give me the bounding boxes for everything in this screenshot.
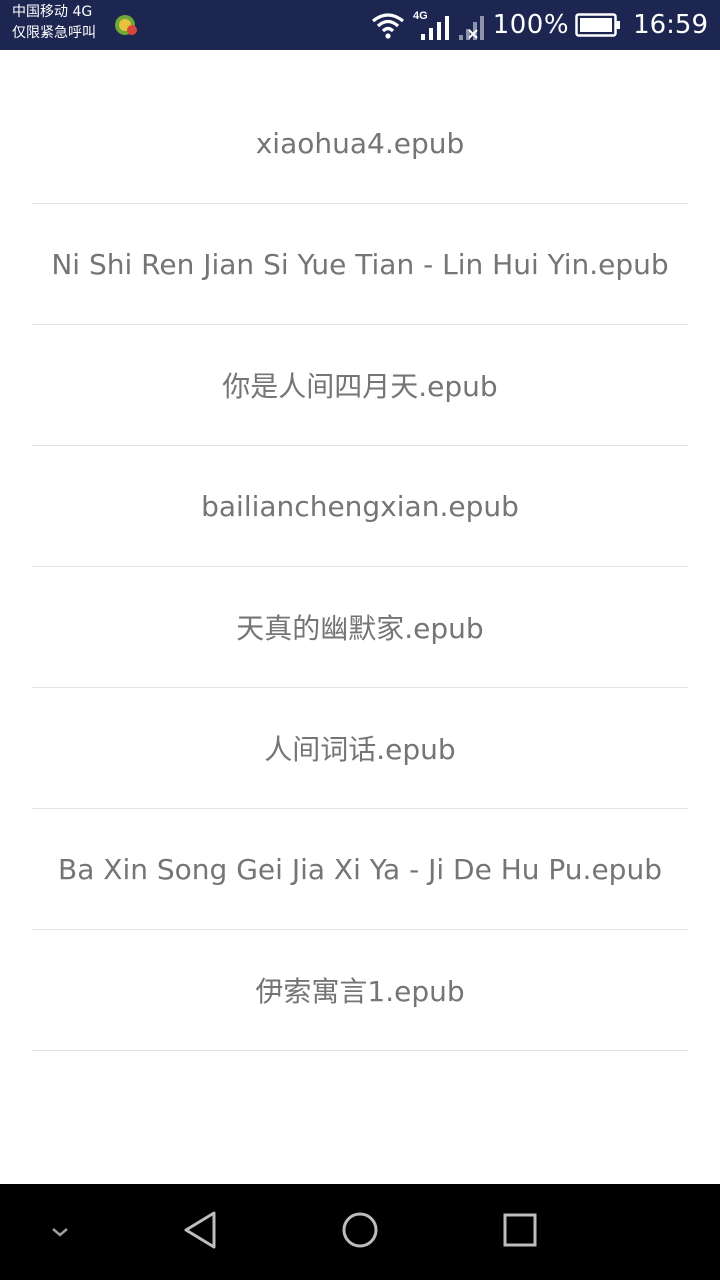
recents-button[interactable] (480, 1184, 560, 1280)
file-list-item[interactable]: Ba Xin Song Gei Jia Xi Ya - Ji De Hu Pu.… (32, 809, 688, 930)
home-icon (341, 1211, 379, 1253)
file-list-item[interactable]: 人间词话.epub (32, 688, 688, 809)
recents-icon (503, 1213, 537, 1251)
status-bar: 中国移动 4G 仅限紧急呼叫 4G 100% 16:59 (0, 0, 720, 50)
battery-icon (575, 13, 621, 37)
no-sim-signal-icon (457, 8, 487, 42)
hide-nav-icon (50, 1223, 70, 1242)
file-list-item[interactable]: 你是人间四月天.epub (32, 325, 688, 446)
navigation-bar (0, 1184, 720, 1280)
file-list-item[interactable]: xiaohua4.epub (32, 83, 688, 204)
status-indicators: 4G 100% 16:59 (371, 0, 708, 50)
network-type-label: 4G (413, 10, 428, 22)
back-icon (181, 1210, 219, 1254)
home-button[interactable] (320, 1184, 400, 1280)
file-list-item[interactable]: bailianchengxian.epub (32, 446, 688, 567)
app-notification-icon (114, 14, 138, 36)
back-button[interactable] (160, 1184, 240, 1280)
cellular-signal-icon: 4G (411, 8, 451, 42)
carrier-info: 中国移动 4G 仅限紧急呼叫 (12, 2, 96, 44)
hide-nav-button[interactable] (36, 1184, 84, 1280)
file-list-item[interactable]: 伊索寓言1.epub (32, 930, 688, 1051)
clock: 16:59 (633, 10, 708, 40)
carrier-name: 中国移动 4G (12, 4, 93, 20)
file-list-item[interactable]: Ni Shi Ren Jian Si Yue Tian - Lin Hui Yi… (32, 204, 688, 325)
battery-percent: 100% (492, 10, 570, 40)
epub-file-list: xiaohua4.epub Ni Shi Ren Jian Si Yue Tia… (32, 83, 688, 1051)
file-list-item[interactable]: 天真的幽默家.epub (32, 567, 688, 688)
wifi-icon (371, 11, 405, 39)
emergency-only-label: 仅限紧急呼叫 (12, 25, 96, 41)
